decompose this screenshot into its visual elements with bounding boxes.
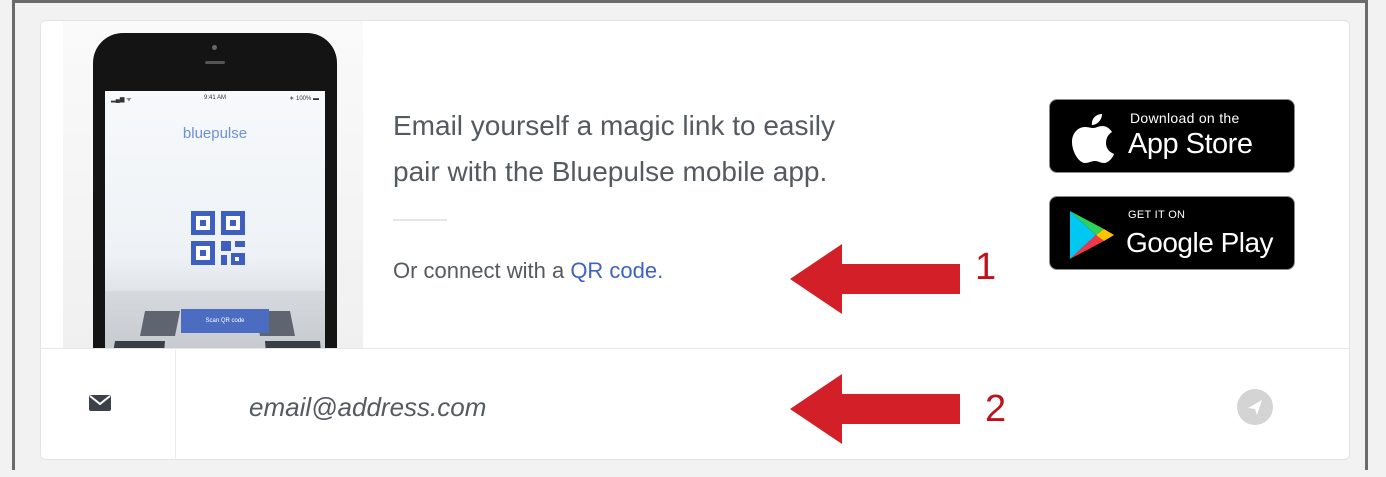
pairing-card: ▂▄▆ ᯤ 9:41 AM ∗ 100% ▬ bluepulse Scan QR… <box>40 20 1350 460</box>
phone-battery: ∗ 100% ▬ <box>289 96 319 102</box>
qr-connect-prefix: Or connect with a <box>393 258 571 283</box>
phone-camera <box>212 45 217 50</box>
message-line-2: pair with the Bluepulse mobile app. <box>393 156 828 187</box>
annotation-label-1: 1 <box>975 246 997 288</box>
send-button[interactable] <box>1237 389 1273 425</box>
annotation-arrow-1 <box>790 244 960 314</box>
paper-plane-icon <box>1248 400 1262 415</box>
qr-code-icon <box>191 211 245 265</box>
google-play-title: Google Play <box>1126 227 1274 258</box>
magic-link-message: Email yourself a magic link to easily pa… <box>393 103 953 195</box>
phone-status-bar: ▂▄▆ ᯤ 9:41 AM ∗ 100% ▬ <box>105 95 325 105</box>
app-store-small-text: Download on the <box>1130 110 1240 126</box>
phone-illustration: ▂▄▆ ᯤ 9:41 AM ∗ 100% ▬ bluepulse Scan QR… <box>63 21 363 348</box>
email-bar <box>41 348 1349 459</box>
google-play-badge[interactable]: GET IT ON Google Play <box>1049 196 1295 270</box>
mail-icon <box>89 395 111 411</box>
app-store-title: App Store <box>1128 128 1253 160</box>
annotation-arrow-2 <box>790 374 960 444</box>
annotation-label-2: 2 <box>985 388 1007 430</box>
divider <box>393 219 447 221</box>
qr-code-link[interactable]: QR code. <box>570 258 663 283</box>
message-line-1: Email yourself a magic link to easily <box>393 110 835 141</box>
qr-connect-text: Or connect with a QR code. <box>393 258 663 284</box>
apple-icon <box>1072 114 1114 163</box>
mail-icon-cell <box>41 349 176 459</box>
phone-brand-logo: bluepulse <box>182 125 248 142</box>
scan-qr-code-button: Scan QR code <box>181 309 269 333</box>
phone-screen: ▂▄▆ ᯤ 9:41 AM ∗ 100% ▬ bluepulse Scan QR… <box>105 91 325 348</box>
phone-speaker <box>205 61 225 64</box>
email-input[interactable] <box>247 379 1151 435</box>
google-play-small-text: GET IT ON <box>1128 209 1186 221</box>
google-play-icon <box>1070 211 1114 259</box>
app-store-badge[interactable]: Download on the App Store <box>1049 99 1295 173</box>
phone-mockup: ▂▄▆ ᯤ 9:41 AM ∗ 100% ▬ bluepulse Scan QR… <box>93 33 337 348</box>
